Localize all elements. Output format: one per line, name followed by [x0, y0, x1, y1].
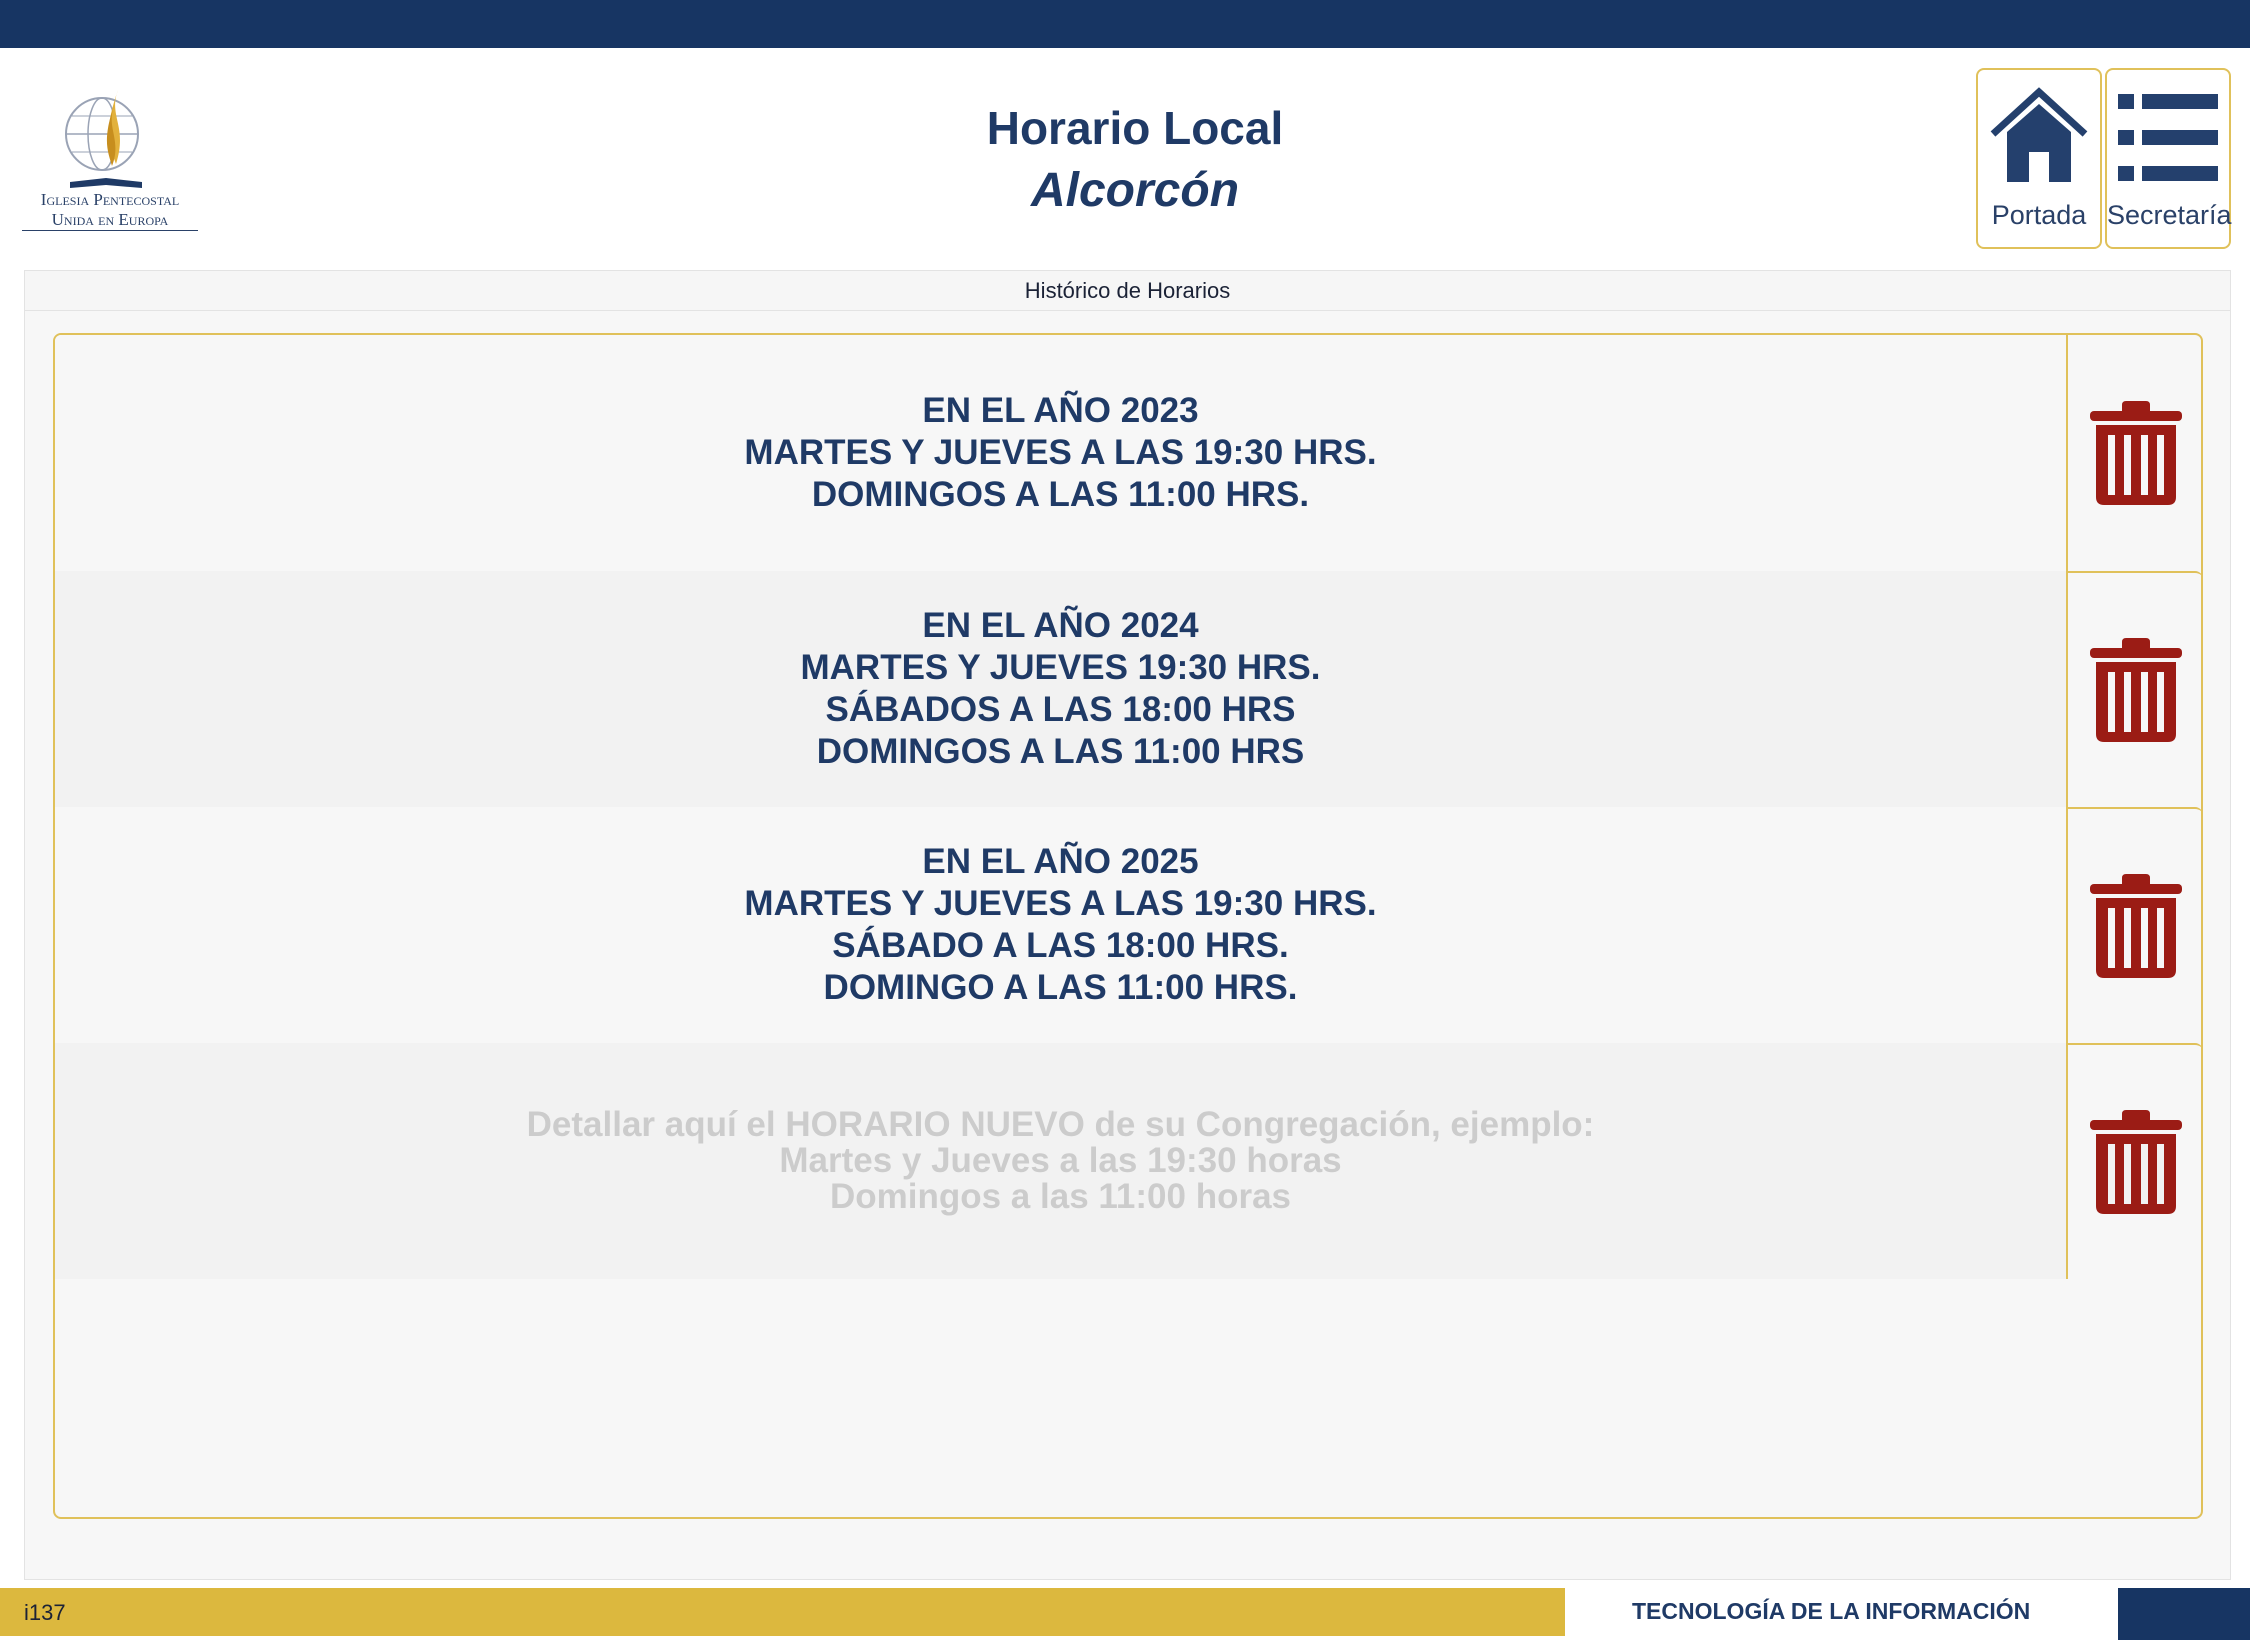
schedule-text: EN EL AÑO 2024 MARTES Y JUEVES 19:30 HRS…: [800, 606, 1321, 771]
schedule-list: EN EL AÑO 2023 MARTES Y JUEVES A LAS 19:…: [53, 333, 2203, 1519]
secretaria-label: Secretaría: [2107, 200, 2232, 230]
schedule-text: EN EL AÑO 2023 MARTES Y JUEVES A LAS 19:…: [744, 391, 1377, 514]
page-title: Horario Local: [986, 102, 1284, 154]
panel-title: Histórico de Horarios: [25, 271, 2230, 311]
footer-bar: [0, 1588, 1565, 1636]
page-subtitle: Alcorcón: [1030, 164, 1240, 218]
logo-text-line-2: Unida en Europa: [22, 210, 198, 231]
page-id: i137: [24, 1600, 66, 1625]
delete-button[interactable]: [2066, 335, 2201, 571]
schedule-text: EN EL AÑO 2025 MARTES Y JUEVES A LAS 19:…: [744, 842, 1377, 1007]
delete-button[interactable]: [2066, 571, 2201, 807]
trash-icon: [2089, 1110, 2182, 1214]
home-button[interactable]: Portada: [1976, 68, 2102, 249]
secretaria-button[interactable]: Secretaría: [2105, 68, 2232, 249]
new-schedule-placeholder: Detallar aquí el HORARIO NUEVO de su Con…: [526, 1105, 1595, 1216]
left-edge: [0, 48, 3, 1588]
history-panel: Histórico de Horarios EN EL AÑO 2023 MAR…: [24, 270, 2231, 1580]
home-icon: [1978, 86, 2100, 196]
trash-icon: [2089, 401, 2182, 505]
church-logo: Iglesia Pentecostal Unida en Europa: [22, 86, 198, 236]
schedule-row[interactable]: EN EL AÑO 2024 MARTES Y JUEVES 19:30 HRS…: [55, 571, 2066, 807]
page-title-block: Horario Local Alcorcón: [760, 96, 1510, 223]
list-icon: [2107, 86, 2229, 196]
logo-text-line-1: Iglesia Pentecostal: [40, 190, 180, 209]
home-label: Portada: [1991, 200, 2087, 230]
top-banner: [0, 0, 2250, 48]
schedule-row[interactable]: EN EL AÑO 2023 MARTES Y JUEVES A LAS 19:…: [55, 335, 2066, 571]
footer-navy-block: [2118, 1588, 2250, 1640]
new-schedule-input[interactable]: Detallar aquí el HORARIO NUEVO de su Con…: [55, 1043, 2066, 1279]
delete-button[interactable]: [2066, 807, 2201, 1043]
delete-button[interactable]: [2066, 1043, 2201, 1279]
footer-department: TECNOLOGÍA DE LA INFORMACIÓN: [1632, 1598, 2031, 1624]
trash-icon: [2089, 638, 2182, 742]
schedule-row[interactable]: EN EL AÑO 2025 MARTES Y JUEVES A LAS 19:…: [55, 807, 2066, 1043]
trash-icon: [2089, 874, 2182, 978]
